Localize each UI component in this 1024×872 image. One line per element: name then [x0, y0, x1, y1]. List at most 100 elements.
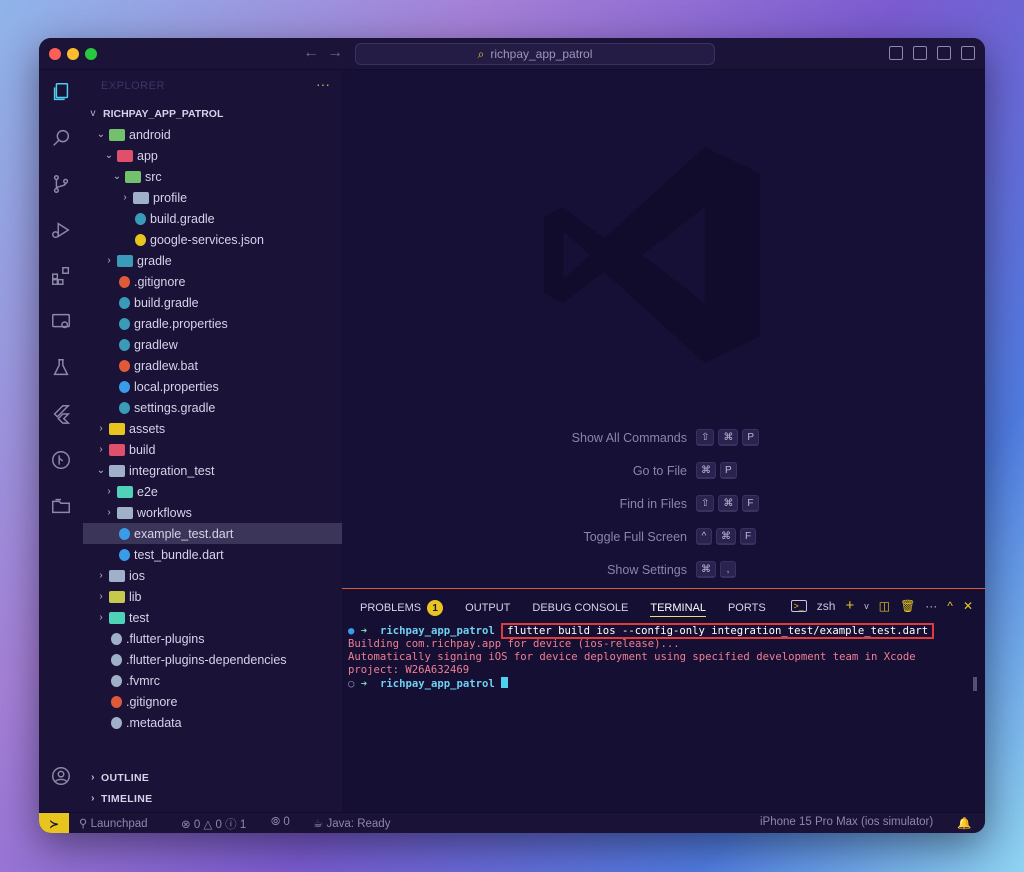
- terminal-output[interactable]: ● ➜ richpay_app_patrol flutter build ios…: [348, 623, 978, 690]
- tree-item[interactable]: › build: [83, 439, 342, 460]
- tree-item-label: assets: [129, 421, 166, 436]
- warning-icon: △: [203, 819, 213, 831]
- tree-item[interactable]: › profile: [83, 187, 342, 208]
- panel-tab[interactable]: PORTS: [728, 599, 766, 617]
- tree-item[interactable]: .flutter-plugins: [83, 628, 342, 649]
- customize-layout-icon[interactable]: [961, 46, 975, 60]
- explorer-icon[interactable]: [49, 80, 73, 104]
- close-panel-icon[interactable]: ✕: [963, 599, 973, 613]
- panel-tab[interactable]: DEBUG CONSOLE: [532, 599, 628, 617]
- back-arrow-icon[interactable]: ←: [303, 44, 319, 62]
- git-graph-icon[interactable]: [49, 448, 73, 472]
- workspace-root[interactable]: v RICHPAY_APP_PATROL: [83, 103, 342, 124]
- project-manager-icon[interactable]: [49, 494, 73, 518]
- tree-item[interactable]: ⌄ integration_test: [83, 460, 342, 481]
- close-window-button[interactable]: [49, 48, 61, 60]
- tree-item[interactable]: › e2e: [83, 481, 342, 502]
- chevron-down-icon[interactable]: v: [864, 601, 869, 611]
- split-terminal-icon[interactable]: ◫: [879, 599, 890, 613]
- minimize-window-button[interactable]: [67, 48, 79, 60]
- testing-icon[interactable]: [49, 356, 73, 380]
- device-selector[interactable]: iPhone 15 Pro Max (ios simulator): [760, 816, 933, 828]
- folder-ios-icon: [109, 569, 125, 582]
- tree-item-label: gradlew: [134, 337, 178, 352]
- new-terminal-icon[interactable]: +: [845, 597, 854, 614]
- panel-tab[interactable]: TERMINAL: [650, 599, 706, 617]
- keycap: F: [742, 495, 759, 512]
- extensions-icon[interactable]: [49, 264, 73, 288]
- shortcut-row[interactable]: Find in Files ⇧ ⌘ F: [342, 495, 985, 515]
- remote-explorer-icon[interactable]: [49, 310, 73, 334]
- tree-item-label: lib: [129, 589, 142, 604]
- tree-item[interactable]: test_bundle.dart: [83, 544, 342, 565]
- gear-icon: [119, 380, 130, 393]
- toggle-sidebar-icon[interactable]: [889, 46, 903, 60]
- tree-item[interactable]: › test: [83, 607, 342, 628]
- shortcut-row[interactable]: Show All Commands ⇧ ⌘ P: [342, 429, 985, 449]
- panel-tab[interactable]: PROBLEMS 1: [360, 599, 444, 617]
- notifications-bell-icon[interactable]: 🔔: [957, 816, 971, 830]
- section-header[interactable]: › OUTLINE: [83, 767, 342, 788]
- problems-status[interactable]: ⊗ 0 △ 0 ⓘ 1: [181, 816, 246, 832]
- tree-item[interactable]: ⌄ src: [83, 166, 342, 187]
- tree-item[interactable]: › gradle: [83, 250, 342, 271]
- tree-item-label: local.properties: [134, 379, 219, 394]
- shortcut-row[interactable]: Toggle Full Screen ^ ⌘ F: [342, 528, 985, 548]
- terminal-shell-icon[interactable]: >_: [790, 599, 807, 612]
- file-icon: [111, 674, 122, 687]
- chevron-right-icon: ›: [99, 570, 103, 581]
- editor-area: Show All Commands ⇧ ⌘ P Go to File ⌘ P Find in …: [342, 70, 985, 590]
- tree-item[interactable]: gradlew: [83, 334, 342, 355]
- flutter-icon[interactable]: [49, 402, 73, 426]
- terminal-shell-name[interactable]: zsh: [817, 599, 836, 613]
- tree-item[interactable]: .gitignore: [83, 271, 342, 292]
- tree-item[interactable]: gradlew.bat: [83, 355, 342, 376]
- tree-item[interactable]: settings.gradle: [83, 397, 342, 418]
- source-control-icon[interactable]: [49, 172, 73, 196]
- command-center-search[interactable]: ⌕ richpay_app_patrol: [355, 43, 715, 65]
- trash-icon[interactable]: 🗑: [900, 599, 915, 613]
- tree-item[interactable]: .flutter-plugins-dependencies: [83, 649, 342, 670]
- forward-arrow-icon[interactable]: →: [327, 44, 343, 62]
- run-debug-icon[interactable]: [49, 218, 73, 242]
- search-view-icon[interactable]: [49, 126, 73, 150]
- java-status[interactable]: ☕ Java: Ready: [313, 816, 390, 830]
- maximize-window-button[interactable]: [85, 48, 97, 60]
- tree-item[interactable]: ⌄ app: [83, 145, 342, 166]
- tree-item[interactable]: example_test.dart: [83, 523, 342, 544]
- explorer-more-actions[interactable]: ···: [316, 76, 330, 92]
- terminal-scrollbar[interactable]: [973, 677, 977, 691]
- chevron-down-icon: v: [90, 108, 96, 119]
- chevron-right-icon: ›: [91, 772, 95, 783]
- tree-item[interactable]: › lib: [83, 586, 342, 607]
- panel-tab[interactable]: OUTPUT: [465, 599, 510, 617]
- chevron-right-icon: ›: [107, 507, 111, 518]
- maximize-panel-icon[interactable]: ^: [947, 599, 953, 613]
- tree-item[interactable]: ⌄ android: [83, 124, 342, 145]
- tree-item[interactable]: local.properties: [83, 376, 342, 397]
- tree-item-label: gradle.properties: [134, 316, 228, 331]
- tree-item[interactable]: gradle.properties: [83, 313, 342, 334]
- tree-item[interactable]: build.gradle: [83, 292, 342, 313]
- launchpad-item[interactable]: ⚲ Launchpad: [79, 816, 148, 830]
- shortcut-row[interactable]: Show Settings ⌘,: [342, 561, 985, 581]
- tree-item[interactable]: › ios: [83, 565, 342, 586]
- terminal-cursor: [501, 677, 509, 688]
- account-icon[interactable]: [49, 764, 73, 788]
- remote-indicator-icon[interactable]: ≻: [39, 813, 69, 833]
- more-actions-icon[interactable]: ···: [925, 599, 937, 613]
- tree-item[interactable]: › assets: [83, 418, 342, 439]
- keycap: ⇧: [696, 495, 715, 512]
- tree-item[interactable]: .metadata: [83, 712, 342, 733]
- toggle-secondary-sidebar-icon[interactable]: [937, 46, 951, 60]
- tree-item[interactable]: .fvmrc: [83, 670, 342, 691]
- tree-item[interactable]: › workflows: [83, 502, 342, 523]
- ports-status[interactable]: ⦾ 0: [271, 816, 290, 829]
- tree-item-label: workflows: [137, 505, 192, 520]
- tree-item[interactable]: google-services.json: [83, 229, 342, 250]
- tree-item[interactable]: build.gradle: [83, 208, 342, 229]
- section-header[interactable]: › TIMELINE: [83, 788, 342, 809]
- shortcut-row[interactable]: Go to File ⌘ P: [342, 462, 985, 482]
- tree-item[interactable]: .gitignore: [83, 691, 342, 712]
- toggle-panel-icon[interactable]: [913, 46, 927, 60]
